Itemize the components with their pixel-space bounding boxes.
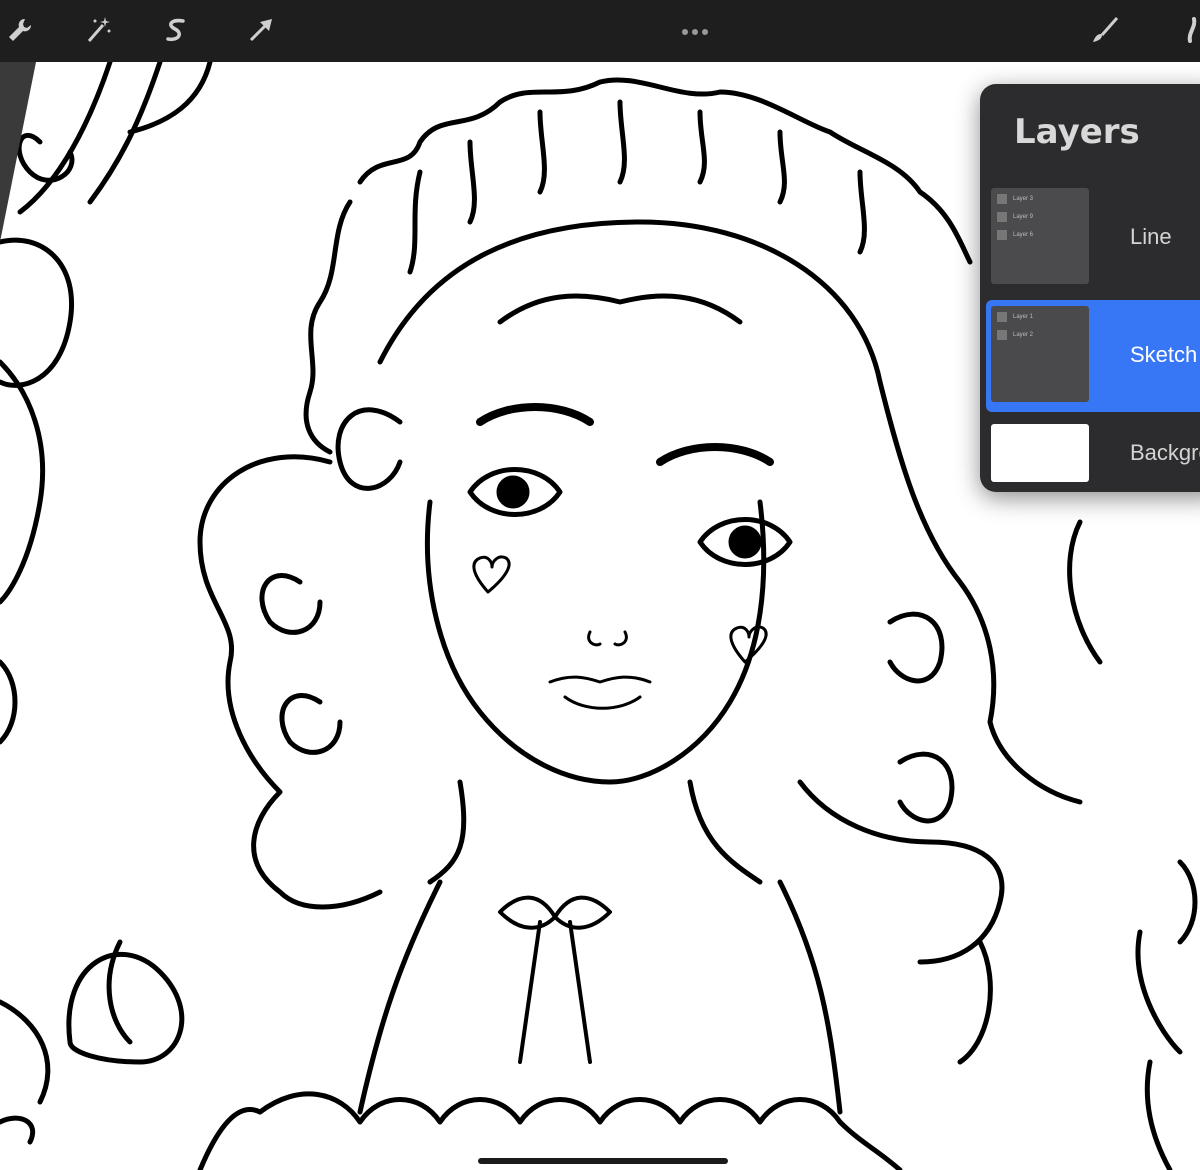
group-item-label: Layer 6 (1013, 232, 1034, 238)
brush-icon[interactable] (1085, 10, 1125, 50)
layer-label: Background (1130, 440, 1200, 465)
top-toolbar (0, 0, 1200, 62)
layer-row-line[interactable]: Layer 3 Layer 9 Layer 6 Line (986, 182, 1200, 294)
layer-label: Line (1130, 224, 1172, 249)
layer-thumbnail: Layer 1 Layer 2 (991, 306, 1089, 402)
layer-label: Sketch (1130, 342, 1198, 367)
more-dots-icon[interactable] (680, 22, 720, 36)
layer-row-sketch[interactable]: Layer 1 Layer 2 Sketch (986, 300, 1200, 412)
arrow-transform-icon[interactable] (241, 10, 281, 50)
wrench-icon[interactable] (0, 10, 40, 50)
layer-thumbnail (991, 424, 1089, 482)
layer-thumbnail: Layer 3 Layer 9 Layer 6 (991, 188, 1089, 284)
layers-title: Layers (1014, 112, 1140, 152)
layers-panel: Layers Layer 3 Layer 9 Layer 6 Line Laye… (980, 84, 1200, 492)
group-item-label: Layer 3 (1013, 196, 1034, 202)
group-item-label: Layer 9 (1013, 214, 1034, 220)
magic-wand-icon[interactable] (78, 10, 118, 50)
group-item-label: Layer 1 (1013, 314, 1034, 320)
home-indicator[interactable] (478, 1158, 728, 1164)
group-item-label: Layer 2 (1013, 332, 1034, 338)
selection-s-icon[interactable] (156, 10, 196, 50)
smudge-icon[interactable] (1175, 10, 1200, 50)
layer-row-background[interactable]: Background (986, 418, 1200, 488)
